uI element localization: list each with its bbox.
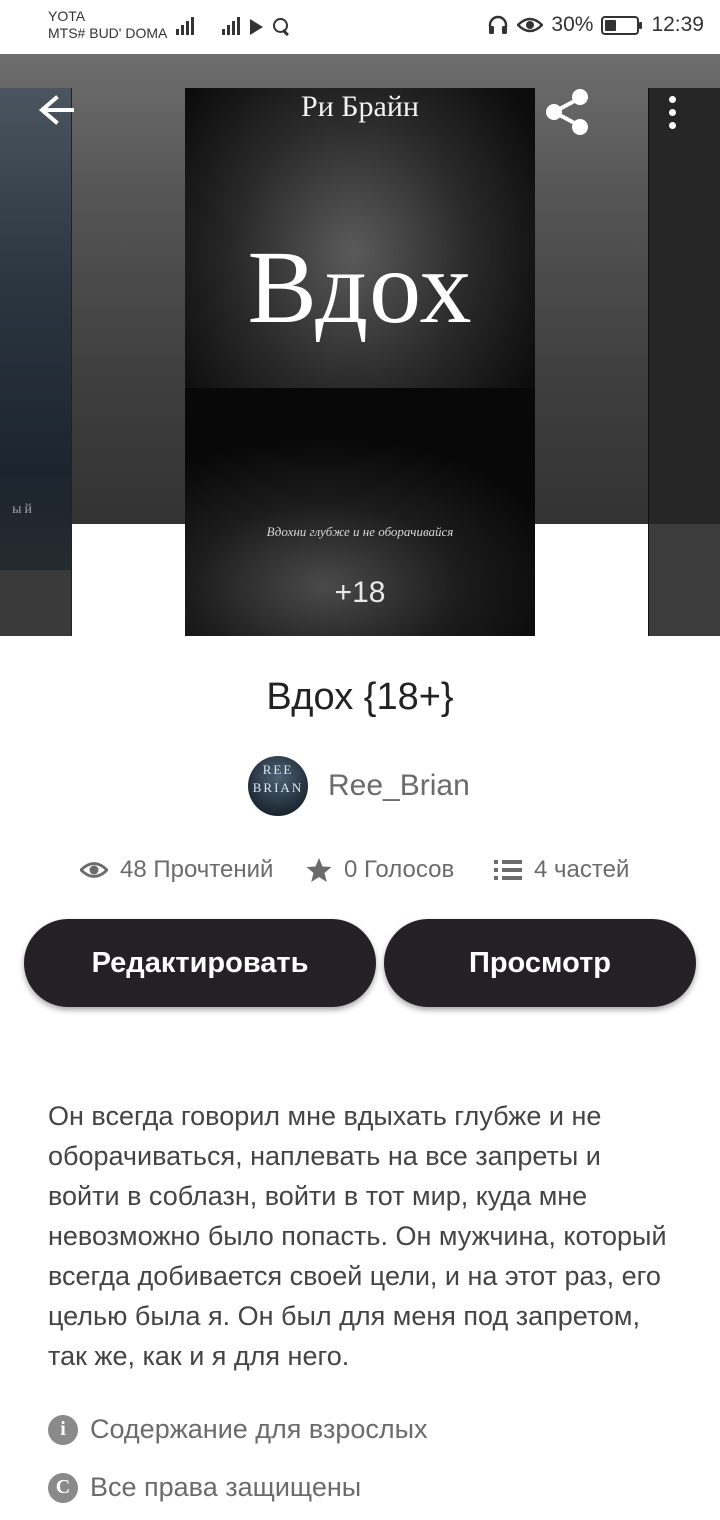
author-link[interactable]: REE BRIAN Ree_Brian [248,756,470,816]
status-right: 30% 12:39 [487,13,704,37]
info-icon: i [48,1414,78,1445]
more-dots-icon [668,95,676,103]
carrier-info: YOTA MTS# BUD' DOMA [48,8,167,42]
status-bar: YOTA MTS# BUD' DOMA 30% 12:39 [0,0,720,54]
reads-stat: 48 Прочтений [80,850,273,890]
star-icon [306,858,332,882]
copyright-label: C Все права защищены [48,1472,361,1503]
previous-cover-text: ый [12,502,35,517]
battery-percent: 30% [551,13,594,36]
headphones-icon [489,15,508,34]
more-options-button[interactable] [652,86,692,138]
eye-icon [80,862,108,878]
preview-button[interactable]: Просмотр [384,919,696,1007]
edit-button[interactable]: Редактировать [24,919,376,1007]
cover-tagline: Вдохни глубже и не оборачивайся [266,524,454,539]
signal-icons [176,15,290,35]
parts-stat: 4 частей [494,850,629,890]
copyright-text: Все права защищены [90,1472,362,1502]
search-icon [273,18,290,35]
battery-icon [601,15,643,35]
votes-count: 0 Голосов [344,856,455,883]
cover-age-rating: +18 [334,576,386,609]
story-description: Он всегда говорил мне вдыхать глубже и н… [48,1101,667,1371]
avatar-text-1: REE [262,762,294,777]
signal-icon-2 [222,15,240,35]
list-icon [494,860,522,880]
previous-cover-strip [0,570,71,636]
story-stats: 48 Прочтений 0 Голосов 4 частей [0,850,720,890]
author-name[interactable]: Ree_Brian [328,769,470,803]
story-title: Вдох {18+} [266,676,454,718]
arrow-back-icon [38,95,74,125]
story-cover[interactable]: Ри Брайн Вдох Вдохни глубже и не оборачи… [185,88,535,636]
share-icon [546,89,588,135]
carrier-2: MTS# BUD' DOMA [48,25,168,41]
clock: 12:39 [651,13,704,36]
signal-icon [176,15,194,35]
cover-author: Ри Брайн [301,90,419,123]
eye-icon [517,17,544,33]
back-button[interactable] [32,88,80,136]
mature-content-label: i Содержание для взрослых [48,1414,428,1445]
parts-count: 4 частей [534,856,630,883]
previous-story-cover[interactable]: ый [0,88,72,636]
reads-count: 48 Прочтений [120,856,274,883]
votes-stat: 0 Голосов [306,850,454,890]
carrier-1: YOTA [48,8,86,24]
next-story-cover[interactable] [648,88,720,636]
play-icon [250,19,263,35]
avatar-text-2: BRIAN [252,780,304,795]
cover-title: Вдох [247,230,473,345]
author-avatar[interactable]: REE BRIAN [248,756,308,816]
copyright-icon: C [48,1472,78,1503]
share-button[interactable] [540,84,596,140]
next-cover-strip [649,524,720,636]
mature-content-text: Содержание для взрослых [90,1414,428,1444]
